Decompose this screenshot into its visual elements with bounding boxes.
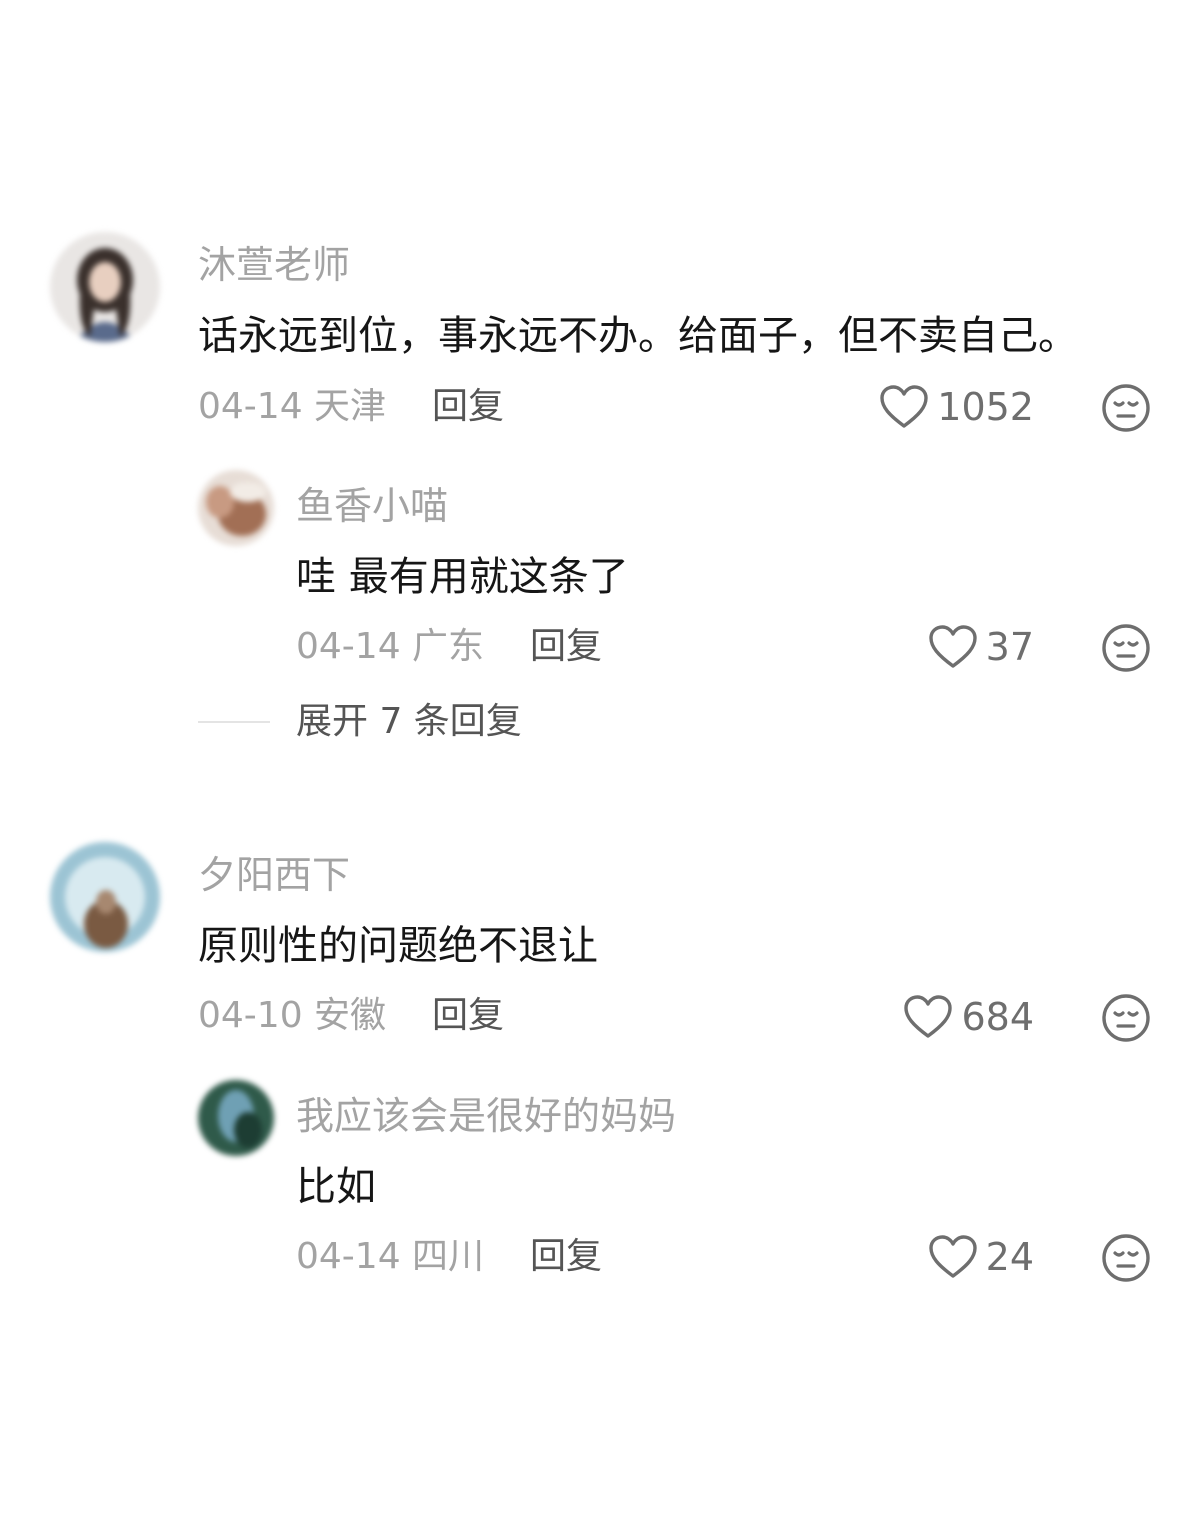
reply-button[interactable]: 回复	[530, 1239, 602, 1275]
reply-username[interactable]: 鱼香小喵	[296, 487, 448, 525]
comment-text: 原则性的问题绝不退让	[198, 923, 598, 969]
reply-username[interactable]: 我应该会是很好的妈妈	[296, 1097, 676, 1135]
neutral-face-icon	[1101, 623, 1151, 673]
heart-outline-icon	[928, 1234, 978, 1280]
neutral-face-icon	[1101, 1233, 1151, 1283]
comment-username[interactable]: 沐萱老师	[198, 246, 350, 284]
like-button[interactable]: 1052	[879, 384, 1034, 430]
comment-username[interactable]: 夕阳西下	[198, 856, 350, 894]
avatar[interactable]	[198, 1080, 274, 1156]
dislike-button[interactable]	[1101, 383, 1151, 433]
like-count: 24	[985, 1235, 1034, 1279]
dislike-button[interactable]	[1101, 993, 1151, 1043]
comment-text: 话永远到位，事永远不办。给面子，但不卖自己。	[198, 313, 1078, 359]
neutral-face-icon	[1101, 993, 1151, 1043]
divider-line	[198, 721, 270, 723]
reply-text: 比如	[296, 1164, 376, 1210]
heart-outline-icon	[903, 994, 953, 1040]
avatar[interactable]	[198, 470, 274, 546]
reply-button[interactable]: 回复	[432, 998, 504, 1034]
comment-date-location: 04-10 安徽	[198, 995, 387, 1036]
comment-date-location: 04-14 天津	[198, 386, 387, 427]
like-count: 684	[961, 995, 1034, 1039]
avatar[interactable]	[50, 232, 160, 342]
expand-replies-label: 展开 7 条回复	[296, 701, 522, 742]
dislike-button[interactable]	[1101, 1233, 1151, 1283]
like-count: 37	[985, 625, 1034, 669]
expand-replies-button[interactable]: 展开 7 条回复	[198, 704, 522, 740]
reply-button[interactable]: 回复	[432, 389, 504, 425]
reply-button[interactable]: 回复	[530, 629, 602, 665]
like-count: 1052	[937, 385, 1034, 429]
heart-outline-icon	[928, 624, 978, 670]
like-button[interactable]: 684	[903, 994, 1034, 1040]
reply-text: 哇 最有用就这条了	[296, 554, 629, 600]
neutral-face-icon	[1101, 383, 1151, 433]
like-button[interactable]: 24	[928, 1234, 1034, 1280]
like-button[interactable]: 37	[928, 624, 1034, 670]
heart-outline-icon	[879, 384, 929, 430]
dislike-button[interactable]	[1101, 623, 1151, 673]
reply-date-location: 04-14 广东	[296, 626, 485, 667]
avatar[interactable]	[50, 842, 160, 952]
reply-date-location: 04-14 四川	[296, 1236, 485, 1277]
